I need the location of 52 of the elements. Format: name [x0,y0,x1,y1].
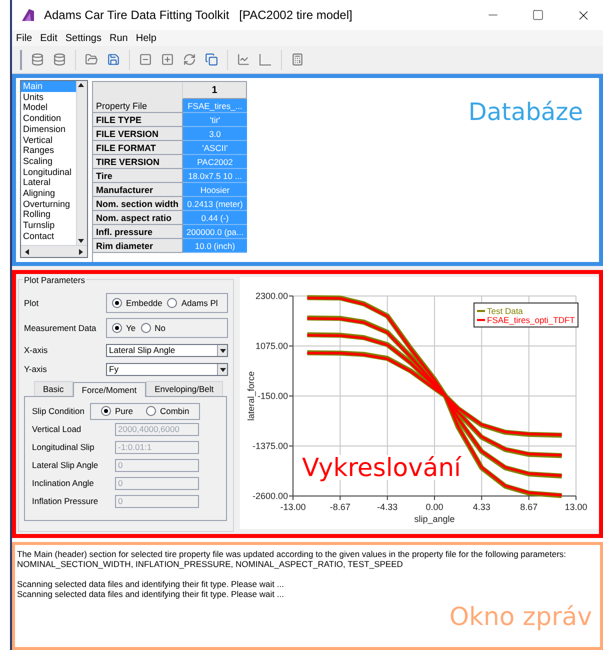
row-header: Infl. pressure [93,225,183,239]
field-label: Plot [24,296,40,310]
row-header: Rim diameter [93,239,183,253]
y-axis-label: lateral_force [246,371,256,421]
radio-label: Pure [115,404,133,418]
x-tick-label: -4.33 [377,502,398,512]
field-label: Measurement Data [24,322,98,334]
field-label: Longitudinal Slip [32,440,96,454]
row-header: FILE FORMAT [93,141,183,155]
field-label: Vertical Load [32,422,82,436]
x-tick-label: -13.00 [280,502,306,512]
x-axis-label: slip_angle [414,514,455,524]
y-tick-label: 2300.00 [255,291,288,301]
row-header: Nom. aspect ratio [93,211,183,225]
window-title: Adams Car Tire Data Fitting Toolkit [PAC2002 tire model] [44,7,354,24]
x-tick-label: -8.67 [330,502,350,512]
field-label: Inflation Pressure [32,494,100,508]
section-annotation: Okno zpráv [449,601,592,633]
section-annotation: Vykreslování [302,455,461,480]
row-header: FILE TYPE [93,113,183,127]
x-tick-label: 8.67 [520,502,538,512]
column-header: 1 [183,82,247,99]
radio-label: Adams Pl [181,296,218,310]
radio-label: Ye [126,322,136,334]
legend-label: Test Data [487,306,523,316]
radio-label: No [154,322,166,334]
y-tick-label: 1075.00 [255,341,288,351]
field-label: Inclination Angle [32,476,95,490]
x-tick-label: 13.00 [564,502,588,512]
field-label: X-axis [24,344,49,357]
x-tick-label: 4.33 [472,502,490,512]
field-label: Lateral Slip Angle [32,458,100,472]
y-tick-label: -2600.00 [252,491,288,501]
x-tick-label: 0.00 [426,502,444,512]
section-annotation: Databáze [468,97,583,128]
y-tick-label: -150.00 [257,391,288,401]
row-header: Nom. section width [93,197,183,211]
message-line: Scanning selected data files and identifying their fit type. Please wait ... [17,579,285,589]
radio-label: Embedde [126,296,162,310]
row-header: Manufacturer [93,183,183,197]
y-tick-label: -1375.00 [252,441,288,451]
message-line: The Main (header) section for selected tire property file was updated according to the given values in the property file for the following parameters: [17,549,568,559]
row-header: Tire [93,169,183,183]
message-line: NOMINAL_SECTION_WIDTH, INFLATION_PRESSURE, NOMINAL_ASPECT_RATIO, TEST_SPEED [17,559,404,569]
message-line: Scanning selected data files and identifying their fit type. Please wait ... [17,589,285,599]
field-label: Y-axis [24,363,48,376]
row-header: FILE VERSION [93,127,183,141]
row-header: Property File [93,99,183,113]
field-label: Slip Condition [32,404,86,418]
radio-label: Combin [160,404,190,418]
row-header: TIRE VERSION [93,155,183,169]
legend-label: FSAE_tires_opti_TDFT [487,315,575,325]
